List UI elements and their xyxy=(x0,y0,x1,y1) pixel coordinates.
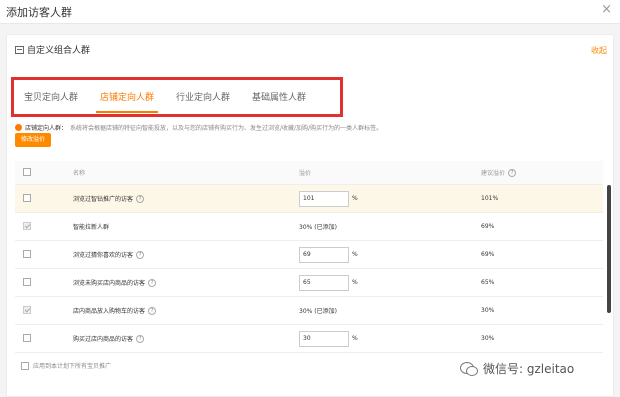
row-suggest: 101% xyxy=(481,195,499,202)
bid-unit: % xyxy=(352,195,358,202)
row-suggest: 69% xyxy=(481,251,495,258)
bid-input[interactable]: 69 xyxy=(299,246,349,263)
row-checkbox xyxy=(23,305,31,314)
select-all-checkbox[interactable] xyxy=(23,167,31,176)
help-icon[interactable]: ? xyxy=(136,334,145,343)
tab-basic-attr-crowd[interactable]: 基础属性人群 xyxy=(252,90,306,105)
row-name: 浏览过智钻推广的访客 xyxy=(73,196,134,203)
tab-shop-crowd[interactable]: 店铺定向人群 xyxy=(96,90,159,113)
row-bid-text: 30% (已添加) xyxy=(299,308,337,315)
row-bid-text: 30% (已添加) xyxy=(299,224,337,231)
row-suggest: 69% xyxy=(481,223,495,230)
info-text: 系统将会根据店铺的特征向智能投放，以及与您的店铺有购买行为、发生过浏览/收藏/加… xyxy=(70,125,383,132)
crowd-tabs: 宝贝定向人群 店铺定向人群 行业定向人群 基础属性人群 xyxy=(11,77,343,117)
apply-all-option: 应用到本计划下所有宝贝推广 xyxy=(21,361,111,370)
row-suggest: 30% xyxy=(481,307,495,314)
dialog-titlebar: 添加访客人群 × xyxy=(0,0,620,24)
crowd-panel: 自定义组合人群 收起 宝贝定向人群 店铺定向人群 行业定向人群 基础属性人群 店… xyxy=(6,34,614,397)
help-icon[interactable]: ? xyxy=(136,250,145,259)
tab-item-crowd[interactable]: 宝贝定向人群 xyxy=(24,90,78,105)
table-row: 店内商品放入购物车的访客? 30% (已添加) 30% xyxy=(15,297,603,325)
help-icon[interactable]: ? xyxy=(508,168,517,177)
header-bid: 溢价 xyxy=(299,170,312,177)
bid-input[interactable]: 30 xyxy=(299,330,349,347)
row-checkbox[interactable] xyxy=(23,277,31,286)
bid-input[interactable]: 101 xyxy=(299,190,349,207)
table-row: 智能拉新人群 30% (已添加) 69% xyxy=(15,213,603,241)
row-checkbox[interactable] xyxy=(23,333,31,342)
help-icon[interactable]: ? xyxy=(136,194,145,203)
row-checkbox xyxy=(23,221,31,230)
help-icon[interactable]: ? xyxy=(148,278,157,287)
apply-all-checkbox[interactable] xyxy=(21,361,29,370)
help-icon[interactable]: ? xyxy=(148,306,157,315)
row-name: 智能拉新人群 xyxy=(73,224,110,231)
watermark-text: 微信号: gzleitao xyxy=(483,362,575,376)
header-suggest: 建议溢价 xyxy=(481,170,506,177)
row-checkbox[interactable] xyxy=(23,193,31,202)
row-name: 购买过店内商品的访客 xyxy=(73,336,134,343)
watermark: 微信号: gzleitao xyxy=(460,360,574,377)
info-label: 店铺定向人群： xyxy=(25,125,68,132)
row-suggest: 30% xyxy=(481,335,495,342)
bid-input[interactable]: 65 xyxy=(299,274,349,291)
table-row: 浏览过智钻推广的访客? 101% 101% xyxy=(15,185,603,213)
table-row: 浏览未购买店内商品的访客? 65% 65% xyxy=(15,269,603,297)
bid-unit: % xyxy=(352,279,358,286)
panel-title: 自定义组合人群 xyxy=(27,46,91,56)
bid-unit: % xyxy=(352,335,358,342)
wechat-icon xyxy=(460,361,478,376)
dialog-body: 自定义组合人群 收起 宝贝定向人群 店铺定向人群 行业定向人群 基础属性人群 店… xyxy=(0,24,620,397)
bulk-edit-button[interactable]: 修改溢价 xyxy=(15,133,51,147)
table-scrollbar[interactable] xyxy=(607,185,611,313)
row-name: 浏览过猜你喜欢的访客 xyxy=(73,252,134,259)
apply-all-label: 应用到本计划下所有宝贝推广 xyxy=(33,363,112,370)
row-name: 店内商品放入购物车的访客 xyxy=(73,308,146,315)
row-suggest: 65% xyxy=(481,279,495,286)
row-name: 浏览未购买店内商品的访客 xyxy=(73,280,146,287)
row-checkbox[interactable] xyxy=(23,249,31,258)
close-icon[interactable]: × xyxy=(601,2,612,17)
bid-unit: % xyxy=(352,251,358,258)
header-name: 名称 xyxy=(73,170,86,177)
dialog-title: 添加访客人群 xyxy=(6,6,72,19)
info-note: 店铺定向人群： 系统将会根据店铺的特征向智能投放，以及与您的店铺有购买行为、发生… xyxy=(15,123,382,132)
tab-industry-crowd[interactable]: 行业定向人群 xyxy=(176,90,230,105)
collapse-link[interactable]: 收起 xyxy=(591,45,607,56)
table-row: 购买过店内商品的访客? 30% 30% xyxy=(15,325,603,353)
table-header: 名称 溢价 建议溢价? xyxy=(15,161,603,185)
crowd-icon xyxy=(15,45,24,54)
crowd-table: 名称 溢价 建议溢价? 浏览过智钻推广的访客? 101% 101% 智能拉新人群… xyxy=(15,161,603,353)
panel-header: 自定义组合人群 xyxy=(15,43,90,56)
table-row: 浏览过猜你喜欢的访客? 69% 69% xyxy=(15,241,603,269)
info-icon xyxy=(15,124,22,131)
